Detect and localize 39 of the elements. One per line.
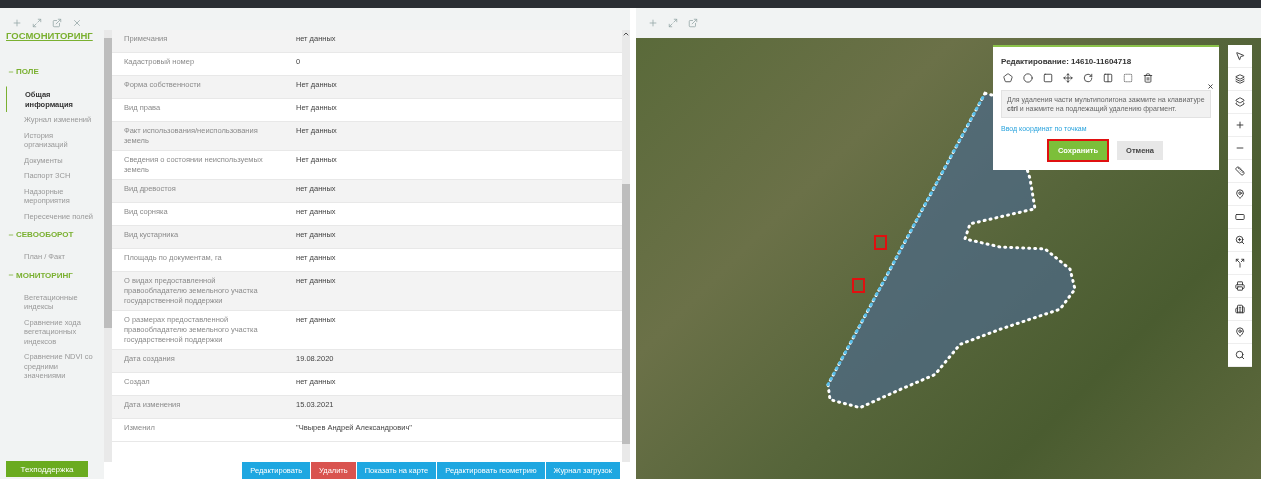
zoom-in-icon [1235, 120, 1245, 130]
ruler-icon [1235, 166, 1245, 176]
vertex-highlight [852, 278, 865, 293]
collapse-icon [8, 68, 14, 75]
section-label: МОНИТОРИНГ [16, 270, 73, 280]
pin-icon [1235, 189, 1245, 199]
layers-icon [1235, 74, 1245, 84]
trash-icon[interactable] [1143, 73, 1153, 83]
brand-link[interactable]: ГОСМОНИТОРИНГ [6, 30, 104, 41]
scrollbar[interactable] [104, 30, 112, 462]
section-label: СЕВООБОРОТ [16, 230, 74, 239]
collapse-icon [8, 231, 14, 238]
section-title[interactable]: МОНИТОРИНГ [8, 270, 104, 280]
magnify-plus-icon [1235, 235, 1245, 245]
square-dashed-icon[interactable] [1123, 73, 1133, 83]
split-icon [1235, 258, 1245, 268]
square-icon[interactable] [1043, 73, 1053, 83]
move-icon[interactable] [1063, 73, 1073, 83]
rectangle-icon [1235, 212, 1245, 222]
building-icon [1235, 304, 1245, 314]
support-button[interactable]: Техподдержка [6, 461, 88, 477]
map-pin-icon [1235, 327, 1245, 337]
scrollbar[interactable] [622, 30, 630, 462]
scroll-up-icon[interactable] [622, 30, 630, 38]
section-title[interactable]: ПОЛЕ [8, 67, 104, 76]
pentagon-icon[interactable] [1003, 73, 1013, 83]
split-icon[interactable] [1103, 73, 1113, 83]
vertex-highlight [874, 235, 887, 250]
search-icon [1235, 350, 1245, 360]
popup-title: Редактирование: 14610-11604718 [1001, 57, 1133, 66]
circle-icon[interactable] [1023, 73, 1033, 83]
section-label: ПОЛЕ [16, 67, 39, 76]
layers-icon [1235, 97, 1245, 107]
close-icon[interactable] [1207, 83, 1214, 90]
printer-icon [1235, 281, 1245, 291]
section-title[interactable]: СЕВООБОРОТ [8, 230, 104, 239]
collapse-icon [8, 272, 14, 278]
pointer-icon [1235, 51, 1245, 61]
rotate-icon[interactable] [1083, 73, 1093, 83]
